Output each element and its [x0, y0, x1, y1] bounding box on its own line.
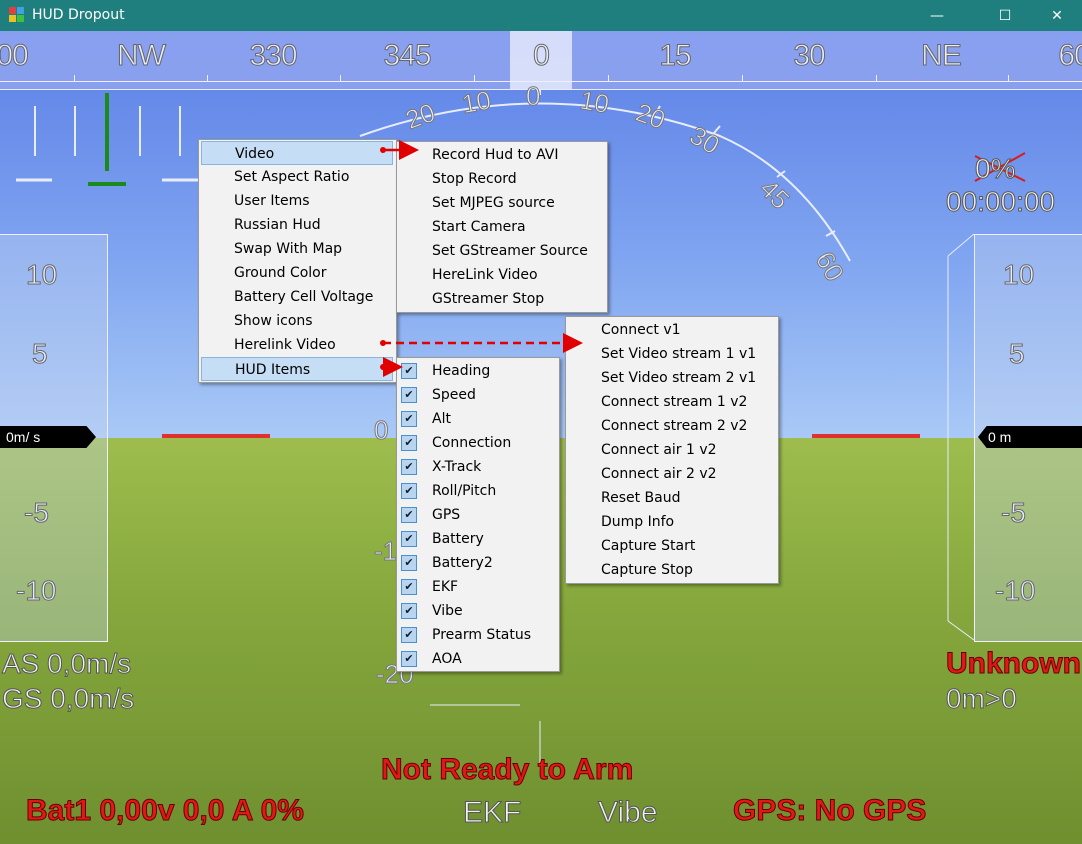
- checkmark-icon: ✔: [401, 363, 417, 379]
- menu-item-connection[interactable]: ✔ Connection: [397, 431, 557, 455]
- menu-item-aoa[interactable]: ✔ AOA: [397, 647, 557, 671]
- pitch-label-minus-10: -1: [373, 536, 398, 567]
- menu-item-user-items[interactable]: User Items: [234, 189, 310, 213]
- horizon-marker-left: [162, 434, 270, 438]
- hud-context-menu: Video Set Aspect Ratio User Items Russia…: [198, 139, 397, 383]
- flight-timer: 00:00:00: [946, 186, 1056, 218]
- menu-item-start-camera[interactable]: Start Camera: [432, 215, 526, 239]
- menu-item-hud-items[interactable]: HUD Items: [201, 357, 393, 381]
- menu-item-gstreamer-stop[interactable]: GStreamer Stop: [432, 287, 544, 311]
- menu-item-set-gstreamer-source[interactable]: Set GStreamer Source: [432, 239, 588, 263]
- close-button[interactable]: ✕: [1034, 0, 1080, 31]
- menu-item-show-icons[interactable]: Show icons: [234, 309, 313, 333]
- menu-item-video[interactable]: Video: [201, 141, 393, 165]
- airspeed-readout: AS 0,0m/s: [1, 648, 132, 680]
- app-icon: [9, 7, 25, 23]
- menu-item-russian-hud[interactable]: Russian Hud: [234, 213, 321, 237]
- roll-label: 10: [459, 84, 494, 120]
- battery-status: Bat1 0,00v 0,0 A 0%: [26, 794, 305, 828]
- menu-item-connect-air-1-v2[interactable]: Connect air 1 v2: [601, 438, 717, 462]
- alt-tape-label: -5: [1001, 497, 1027, 529]
- gps-status: GPS: No GPS: [732, 794, 927, 828]
- menu-item-battery2[interactable]: ✔ Battery2: [397, 551, 557, 575]
- menu-item-roll-pitch[interactable]: ✔ Roll/Pitch: [397, 479, 557, 503]
- checkmark-icon: ✔: [401, 531, 417, 547]
- menu-item-vibe[interactable]: ✔ Vibe: [397, 599, 557, 623]
- close-icon: ✕: [1051, 7, 1063, 24]
- herelink-submenu: Connect v1 Set Video stream 1 v1 Set Vid…: [565, 316, 779, 584]
- menu-item-speed[interactable]: ✔ Speed: [397, 383, 557, 407]
- menu-item-battery[interactable]: ✔ Battery: [397, 527, 557, 551]
- checkmark-icon: ✔: [401, 411, 417, 427]
- checkmark-icon: ✔: [401, 651, 417, 667]
- menu-item-dump-info[interactable]: Dump Info: [601, 510, 674, 534]
- window-title: HUD Dropout: [32, 7, 125, 23]
- menu-item-herelink-video[interactable]: Herelink Video: [234, 333, 336, 357]
- checkmark-icon: ✔: [401, 579, 417, 595]
- speed-tape-label: -10: [15, 575, 57, 607]
- menu-item-reset-baud[interactable]: Reset Baud: [601, 486, 681, 510]
- menu-item-gps[interactable]: ✔ GPS: [397, 503, 557, 527]
- maximize-icon: ☐: [998, 7, 1012, 24]
- menu-item-heading[interactable]: ✔ Heading: [397, 359, 557, 383]
- menu-item-set-video-stream-2-v1[interactable]: Set Video stream 2 v1: [601, 366, 756, 390]
- vibe-indicator[interactable]: Vibe: [598, 796, 659, 830]
- checkmark-icon: ✔: [401, 435, 417, 451]
- checkmark-icon: ✔: [401, 459, 417, 475]
- speed-tape-label: 10: [25, 259, 58, 291]
- menu-item-prearm-status[interactable]: ✔ Prearm Status: [397, 623, 557, 647]
- menu-item-stop-record[interactable]: Stop Record: [432, 167, 517, 191]
- battery-percent: 0%: [974, 153, 1016, 185]
- title-bar: HUD Dropout — ☐ ✕: [0, 0, 1082, 31]
- pitch-label-zero: 0: [373, 415, 389, 446]
- flight-mode: Unknown: [946, 647, 1082, 681]
- menu-item-ground-color[interactable]: Ground Color: [234, 261, 327, 285]
- menu-item-x-track[interactable]: ✔ X-Track: [397, 455, 557, 479]
- speed-tape-label: 5: [32, 338, 49, 370]
- menu-item-alt[interactable]: ✔ Alt: [397, 407, 557, 431]
- menu-item-set-mjpeg-source[interactable]: Set MJPEG source: [432, 191, 555, 215]
- menu-item-set-aspect-ratio[interactable]: Set Aspect Ratio: [234, 165, 349, 189]
- menu-item-capture-stop[interactable]: Capture Stop: [601, 558, 693, 582]
- minimize-icon: —: [930, 7, 944, 24]
- menu-item-swap-with-map[interactable]: Swap With Map: [234, 237, 342, 261]
- minimize-button[interactable]: —: [914, 0, 960, 31]
- menu-item-set-video-stream-1-v1[interactable]: Set Video stream 1 v1: [601, 342, 756, 366]
- roll-label: 10: [577, 84, 612, 120]
- horizon-marker-right: [812, 434, 920, 438]
- checkmark-icon: ✔: [401, 507, 417, 523]
- groundspeed-readout: GS 0,0m/s: [1, 683, 135, 715]
- menu-item-herelink-video[interactable]: HereLink Video: [432, 263, 538, 287]
- speed-tape-label: -5: [24, 497, 50, 529]
- speed-readout: 0m/ s: [0, 426, 96, 448]
- menu-item-capture-start[interactable]: Capture Start: [601, 534, 695, 558]
- alt-tape-label: 10: [1002, 259, 1035, 291]
- menu-item-battery-cell-voltage[interactable]: Battery Cell Voltage: [234, 285, 373, 309]
- alt-tape-label: 5: [1009, 338, 1026, 370]
- menu-item-ekf[interactable]: ✔ EKF: [397, 575, 557, 599]
- video-submenu: Record Hud to AVI Stop Record Set MJPEG …: [396, 141, 608, 313]
- checkmark-icon: ✔: [401, 627, 417, 643]
- arm-status: Not Ready to Arm: [380, 753, 634, 787]
- checkmark-icon: ✔: [401, 483, 417, 499]
- ekf-indicator[interactable]: EKF: [462, 796, 521, 830]
- maximize-button[interactable]: ☐: [982, 0, 1028, 31]
- roll-label: 0: [525, 81, 541, 112]
- altitude-readout: 0 m: [978, 426, 1082, 448]
- checkmark-icon: ✔: [401, 603, 417, 619]
- distance-readout: 0m>0: [946, 683, 1018, 715]
- menu-item-connect-v1[interactable]: Connect v1: [601, 318, 681, 342]
- checkmark-icon: ✔: [401, 387, 417, 403]
- menu-item-connect-stream-1-v2[interactable]: Connect stream 1 v2: [601, 390, 747, 414]
- menu-item-connect-air-2-v2[interactable]: Connect air 2 v2: [601, 462, 717, 486]
- hud-items-submenu: ✔ Heading ✔ Speed ✔ Alt ✔ Connection ✔ X-Trac…: [396, 357, 560, 672]
- checkmark-icon: ✔: [401, 555, 417, 571]
- menu-item-connect-stream-2-v2[interactable]: Connect stream 2 v2: [601, 414, 747, 438]
- menu-item-record-hud-to-avi[interactable]: Record Hud to AVI: [432, 143, 558, 167]
- alt-tape-label: -10: [994, 575, 1036, 607]
